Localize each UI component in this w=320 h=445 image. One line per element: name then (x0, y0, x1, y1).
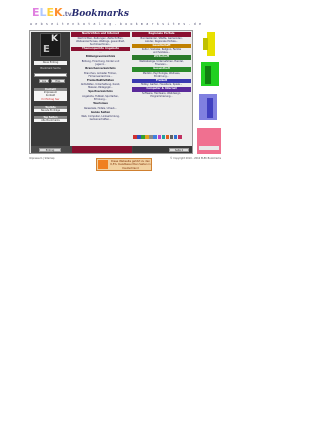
category-links: Bildung, Forschung, Kinder und Jugend... (71, 60, 130, 66)
copyright: © Copyright 2010 - 2016 ELEK Bookmarks (170, 157, 221, 160)
category-block: Wirtschaft Webkataloge, Unternehmen, Han… (132, 55, 191, 66)
sidebar-section-topliste: Topliste Neuste Einträge (34, 106, 67, 113)
category-links: Angebote, Fußball, Sportarten, Erholung.… (71, 95, 130, 101)
category-link[interactable]: Reiseziele, Hotels, Urlaub... (72, 107, 129, 110)
logo-letter: L (39, 6, 47, 19)
search-input[interactable] (34, 73, 67, 77)
decorative-column (193, 30, 221, 154)
logo-letter: E (32, 6, 40, 19)
category-link[interactable]: Programmierung... (133, 95, 190, 98)
deco-block (207, 98, 213, 118)
brand-icon: K E (40, 33, 61, 57)
category-link[interactable]: Erholung... (72, 98, 129, 101)
sidebar: K E Neue Eintrag Bookmark Suche Los Erw.… (31, 32, 70, 146)
footer-links[interactable]: Impressum | Sitemap (29, 157, 55, 160)
category-block: Computer & Internet Software, Hardware, … (132, 87, 191, 98)
brand-letter: K (51, 34, 58, 44)
share-icon[interactable] (157, 135, 162, 139)
share-icon[interactable] (173, 135, 178, 139)
category-link[interactable]: Hobby, Garten, Haustiere, Spiele... (133, 83, 190, 86)
category-links: Branchen, Anbieter Firmen, Firmenverzeic… (71, 72, 130, 78)
bar-stripe (72, 146, 132, 153)
new-entry-link[interactable]: Neue Eintrag (34, 61, 67, 65)
share-icon[interactable] (133, 135, 137, 139)
category-link[interactable]: ... (72, 51, 129, 54)
category-link[interactable]: Finanzen... (133, 63, 190, 66)
sidebar-link[interactable]: Neuste Einträge (34, 109, 67, 112)
category-links: Aktivitäten, Unterhaltung, Kunst, Malere… (71, 83, 130, 89)
category-block: Gesellschaft Kultur, Soziales, Religion,… (132, 43, 191, 55)
category-block: Regionale Portale Bundesländer, Städte, … (132, 32, 191, 43)
category-links: Nachrichten, Zeitungen, Zeitschriften, W… (71, 37, 130, 46)
sidebar-link[interactable]: Ihr Eintrag hier (34, 98, 67, 101)
category-links: Hobby, Garten, Haustiere, Spiele... (132, 83, 191, 86)
category-link[interactable]: Suchmaschinen... (72, 43, 129, 46)
share-icon[interactable] (141, 135, 145, 139)
category-links: Kultur, Soziales, Religion, Familie und … (132, 48, 191, 54)
category-links: Web, Computer, Linksammlung, Gemeinschaf… (71, 115, 130, 121)
share-icon[interactable] (145, 135, 149, 139)
logo-word: Bookmarks (71, 9, 129, 19)
category-links: Bundesländer, Städte, Gemeinden, Länder,… (132, 37, 191, 43)
category-block: Tourismus Reiseziele, Hotels, Urlaub... (71, 102, 130, 110)
brand-letter: E (43, 44, 50, 55)
deco-block (199, 146, 219, 150)
sidebar-section-topseiten: Top Seiten Alle Bookmarks (34, 116, 67, 123)
category-link[interactable]: Gemeinschaften... (72, 118, 129, 121)
category-links: Software, Hardware, Webdesign, Programmi… (132, 92, 191, 98)
category-link[interactable]: Ernährung... (133, 75, 190, 78)
category-link[interactable]: Länder, Regionale Portale... (133, 40, 190, 43)
category-block: Freizeitaktivitäten Aktivitäten, Unterha… (71, 79, 130, 90)
logo-letter: E (46, 6, 55, 19)
share-icon[interactable] (137, 135, 141, 139)
search-label: Bookmark Suche (40, 67, 61, 70)
category-column-right: Regionale Portale Bundesländer, Städte, … (132, 32, 191, 99)
logo-dot: .tv (62, 11, 72, 18)
entry-button[interactable]: Eintrag (39, 147, 61, 152)
tagline: w e b s e i t e n k a t a l o g - b o o … (30, 22, 202, 26)
category-block: Freizeit Hobby, Garten, Haustiere, Spiel… (132, 78, 191, 87)
deco-block (203, 38, 208, 50)
category-block: Bildungsverzeichnis Bildung, Forschung, … (71, 55, 130, 66)
visitor-badge[interactable]: Diese Webseite gehört zu den 0,5% meistb… (96, 158, 152, 171)
category-links: Reiseziele, Hotels, Urlaub... (71, 107, 130, 110)
site-logo[interactable]: ELEK.tvBookmarks (32, 6, 129, 20)
badge-text: Diese Webseite gehört zu den 0,5% meistb… (110, 160, 151, 170)
sidebar-section-contact: Kontakt Impressum Kontakt Ihr Eintrag hi… (34, 88, 67, 101)
share-icon[interactable] (149, 135, 153, 139)
header: ELEK.tvBookmarks w e b s e i t e n k a t… (30, 4, 220, 28)
category-links: Medizin, Psychologie, Wellness, Ernährun… (132, 72, 191, 78)
category-link[interactable]: Firmenverzeichnis... (72, 75, 129, 78)
search-button[interactable]: Los (39, 79, 49, 83)
category-block: Nachrichten und Internet Nachrichten, Ze… (71, 32, 130, 46)
deco-block (205, 66, 211, 84)
next-page-button[interactable]: Seite 2 (169, 147, 189, 152)
category-link[interactable]: und Soziales... (133, 51, 190, 54)
share-icon[interactable] (169, 135, 174, 139)
category-column-left: Nachrichten und Internet Nachrichten, Ze… (71, 32, 130, 122)
category-block: Ganze Seiten Web, Computer, Linksammlung… (71, 111, 130, 122)
deco-block (197, 128, 221, 154)
category-link[interactable]: Malerei, Pädagogik... (72, 86, 129, 89)
category-block: Branchenverzeichnis Branchen, Anbieter F… (71, 67, 130, 78)
advanced-search-button[interactable]: Erw. Suche (51, 79, 65, 87)
deco-block (207, 32, 215, 56)
logo-letter: K (54, 6, 63, 19)
sidebar-link[interactable]: Alle Bookmarks (34, 119, 67, 122)
main-panel: K E Neue Eintrag Bookmark Suche Los Erw.… (29, 30, 193, 154)
badge-icon (98, 160, 108, 169)
category-block: Sportverzeichnis Angebote, Fußball, Spor… (71, 90, 130, 101)
share-icon[interactable] (178, 135, 182, 139)
share-icon[interactable] (161, 135, 166, 139)
share-icon[interactable] (153, 135, 157, 139)
category-link[interactable]: Jugend... (72, 63, 129, 66)
bottom-bar: Eintrag Seite 2 (31, 146, 192, 153)
share-icon[interactable] (165, 135, 170, 139)
social-icons (133, 135, 189, 141)
category-links: Webkataloge, Unternehmen, Handel, Finanz… (132, 60, 191, 66)
category-block: Gesundheit Medizin, Psychologie, Wellnes… (132, 67, 191, 78)
category-block: Themenpunkte Angebote ... (71, 46, 130, 55)
category-links: ... (71, 51, 130, 54)
